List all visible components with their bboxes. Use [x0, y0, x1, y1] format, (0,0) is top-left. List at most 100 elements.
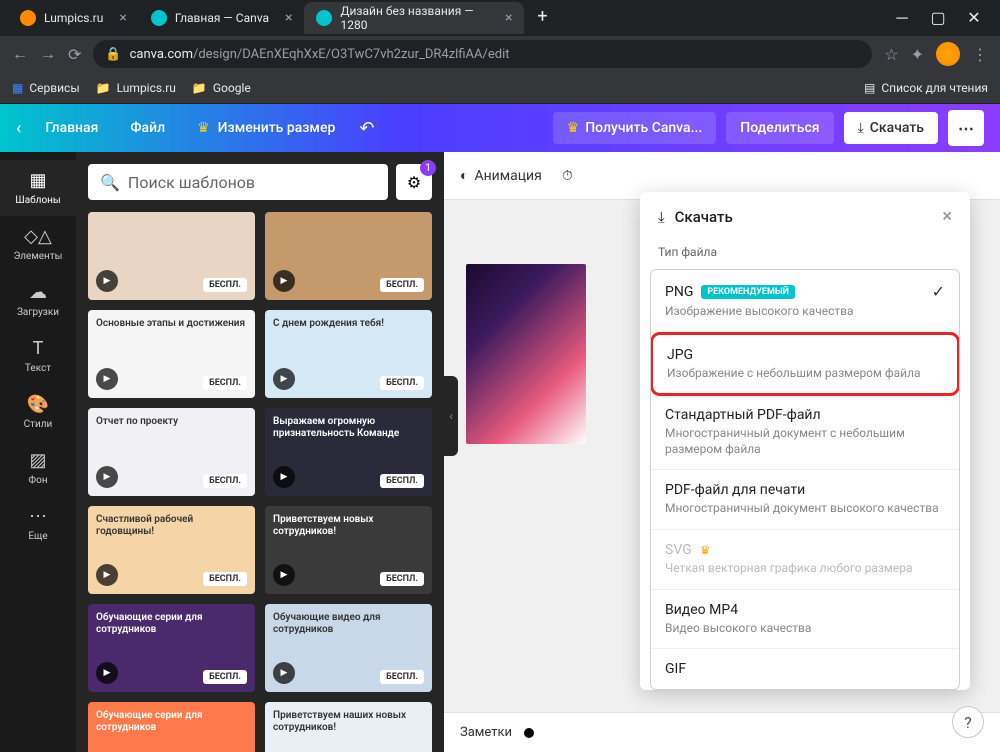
canvas-image[interactable] [466, 264, 586, 444]
file-type-option[interactable]: JPGИзображение с небольшим размером файл… [650, 332, 960, 397]
option-desc: Многостраничный документ высокого качест… [665, 501, 945, 517]
resize-button[interactable]: ♛Изменить размер [189, 120, 343, 136]
back-icon[interactable]: ‹ [16, 118, 21, 139]
free-badge: БЕСПЛ. [203, 376, 247, 390]
sidebar-label: Стили [24, 419, 53, 430]
forward-icon[interactable]: → [40, 44, 56, 64]
get-pro-label: Получить Canva... [585, 120, 702, 136]
url-input[interactable]: 🔒 canva.com/design/DAEnXEqhXxE/O3TwC7vh2… [93, 40, 872, 68]
option-desc: Видео высокого качества [665, 621, 945, 637]
filter-badge: 1 [420, 160, 436, 176]
minimize-icon[interactable]: ─ [892, 8, 912, 28]
free-badge: БЕСПЛ. [203, 474, 247, 488]
file-type-option[interactable]: GIF [651, 649, 959, 689]
animation-button[interactable]: ◐Анимация [460, 167, 542, 184]
browser-tab-canva-home[interactable]: Главная — Canva × [139, 2, 305, 34]
tab-title: Lumpics.ru [44, 11, 103, 25]
undo-icon[interactable]: ↶ [359, 118, 374, 139]
close-icon[interactable]: × [505, 10, 512, 26]
download-button[interactable]: ⤓Скачать [844, 112, 938, 144]
share-label: Поделиться [740, 120, 819, 136]
template-card[interactable]: Обучающие серии для сотрудников▶БЕСПЛ. [88, 604, 255, 692]
share-button[interactable]: Поделиться [726, 112, 833, 144]
folder-icon: 📁 [192, 81, 207, 95]
sidebar-item-elements[interactable]: ◇△Элементы [0, 216, 76, 272]
template-card[interactable]: Приветствуем наших новых сотрудников!▶БЕ… [265, 702, 432, 752]
star-icon[interactable]: ☆ [884, 45, 898, 64]
file-type-option[interactable]: SVG ♛Четкая векторная графика любого раз… [651, 530, 959, 590]
browser-tab-lumpics[interactable]: Lumpics.ru × [8, 2, 139, 34]
get-pro-button[interactable]: ♛Получить Canva... [553, 112, 717, 144]
bookmark-lumpics[interactable]: 📁Lumpics.ru [96, 81, 176, 95]
template-card[interactable]: Отчет по проекту▶БЕСПЛ. [88, 408, 255, 496]
sidebar-item-more[interactable]: ⋯Еще [0, 496, 76, 552]
template-card[interactable]: Выражаем огромную признательность Команд… [265, 408, 432, 496]
file-menu[interactable]: Файл [122, 120, 173, 136]
option-title: PNG РЕКОМЕНДУЕМЫЙ✓ [665, 282, 945, 301]
tab-favicon-icon [20, 10, 36, 26]
sidebar-label: Еще [28, 531, 47, 542]
upload-icon: ☁ [29, 282, 47, 303]
help-button[interactable]: ? [952, 706, 984, 738]
sidebar-label: Загрузки [17, 307, 59, 318]
bookmark-label: Lumpics.ru [117, 81, 176, 95]
panel-collapse-handle[interactable]: ‹ [444, 376, 458, 456]
browser-tab-design[interactable]: Дизайн без названия — 1280 × [304, 2, 524, 34]
play-icon: ▶ [96, 564, 118, 586]
play-icon: ▶ [273, 662, 295, 684]
bookmark-services[interactable]: ▦Сервисы [12, 81, 80, 95]
browser-tabs: Lumpics.ru × Главная — Canva × Дизайн бе… [8, 2, 884, 34]
sidebar-label: Текст [25, 363, 51, 374]
play-icon: ▶ [273, 270, 295, 292]
browser-titlebar: Lumpics.ru × Главная — Canva × Дизайн бе… [0, 0, 1000, 36]
template-card[interactable]: Счастливой рабочей годовщины!▶БЕСПЛ. [88, 506, 255, 594]
new-tab-button[interactable]: + [528, 2, 556, 30]
template-card[interactable]: ▶БЕСПЛ. [88, 212, 255, 300]
close-icon[interactable]: × [285, 10, 292, 26]
sidebar-item-styles[interactable]: 🎨 Стили [0, 384, 76, 440]
menu-icon[interactable]: ⋮ [972, 45, 988, 64]
sidebar-item-background[interactable]: ▨Фон [0, 440, 76, 496]
option-title: Стандартный PDF-файл [665, 407, 945, 423]
more-button[interactable]: ⋯ [948, 110, 984, 146]
file-type-option[interactable]: PNG РЕКОМЕНДУЕМЫЙ✓Изображение высокого к… [651, 270, 959, 333]
close-window-icon[interactable]: ✕ [964, 8, 984, 28]
close-icon[interactable]: × [942, 206, 952, 227]
lock-icon: 🔒 [105, 47, 121, 62]
timer-button[interactable]: ⏱ [562, 168, 573, 184]
bookmark-google[interactable]: 📁Google [192, 81, 251, 95]
filter-button[interactable]: ⚙ 1 [396, 164, 432, 200]
home-link[interactable]: Главная [37, 120, 106, 136]
template-card[interactable]: Приветствуем новых сотрудников!▶БЕСПЛ. [265, 506, 432, 594]
file-type-option[interactable]: PDF-файл для печатиМногостраничный докум… [651, 470, 959, 530]
reload-icon[interactable]: ⟳ [68, 45, 81, 64]
back-icon[interactable]: ← [12, 44, 28, 64]
browser-addressbar: ← → ⟳ 🔒 canva.com/design/DAEnXEqhXxE/O3T… [0, 36, 1000, 72]
extension-icon[interactable]: ✦ [911, 45, 924, 64]
tab-favicon-icon [151, 10, 167, 26]
file-type-dropdown[interactable]: PNG РЕКОМЕНДУЕМЫЙ✓Изображение высокого к… [650, 269, 960, 690]
tab-title: Дизайн без названия — 1280 [340, 4, 489, 32]
profile-avatar[interactable] [936, 42, 960, 66]
template-card[interactable]: Обучающие видео для сотрудников▶БЕСПЛ. [265, 604, 432, 692]
sidebar-item-templates[interactable]: ▦Шаблоны [0, 160, 76, 216]
reading-list-button[interactable]: ▤Список для чтения [864, 81, 988, 95]
notes-button[interactable]: Заметки [460, 725, 512, 740]
close-icon[interactable]: × [119, 10, 126, 26]
template-card[interactable]: ▶БЕСПЛ. [265, 212, 432, 300]
download-icon: ⤓ [858, 120, 864, 136]
template-card[interactable]: Обучающие серии для сотрудников▶БЕСПЛ. [88, 702, 255, 752]
list-icon: ▤ [864, 81, 875, 95]
canva-header: ‹ Главная Файл ♛Изменить размер ↶ ♛Получ… [0, 104, 1000, 152]
file-type-option[interactable]: Стандартный PDF-файлМногостраничный доку… [651, 395, 959, 470]
sidebar-item-text[interactable]: TТекст [0, 328, 76, 384]
search-input[interactable]: 🔍 Поиск шаблонов [88, 164, 388, 200]
template-text: Отчет по проекту [88, 408, 186, 436]
maximize-icon[interactable]: ▢ [928, 8, 948, 28]
template-card[interactable]: Основные этапы и достижения▶БЕСПЛ. [88, 310, 255, 398]
template-text: Приветствуем новых сотрудников! [265, 506, 432, 546]
styles-icon: 🎨 [27, 394, 49, 415]
sidebar-item-uploads[interactable]: ☁ Загрузки [0, 272, 76, 328]
file-type-option[interactable]: Видео MP4Видео высокого качества [651, 590, 959, 650]
template-card[interactable]: С днем рождения тебя!▶БЕСПЛ. [265, 310, 432, 398]
